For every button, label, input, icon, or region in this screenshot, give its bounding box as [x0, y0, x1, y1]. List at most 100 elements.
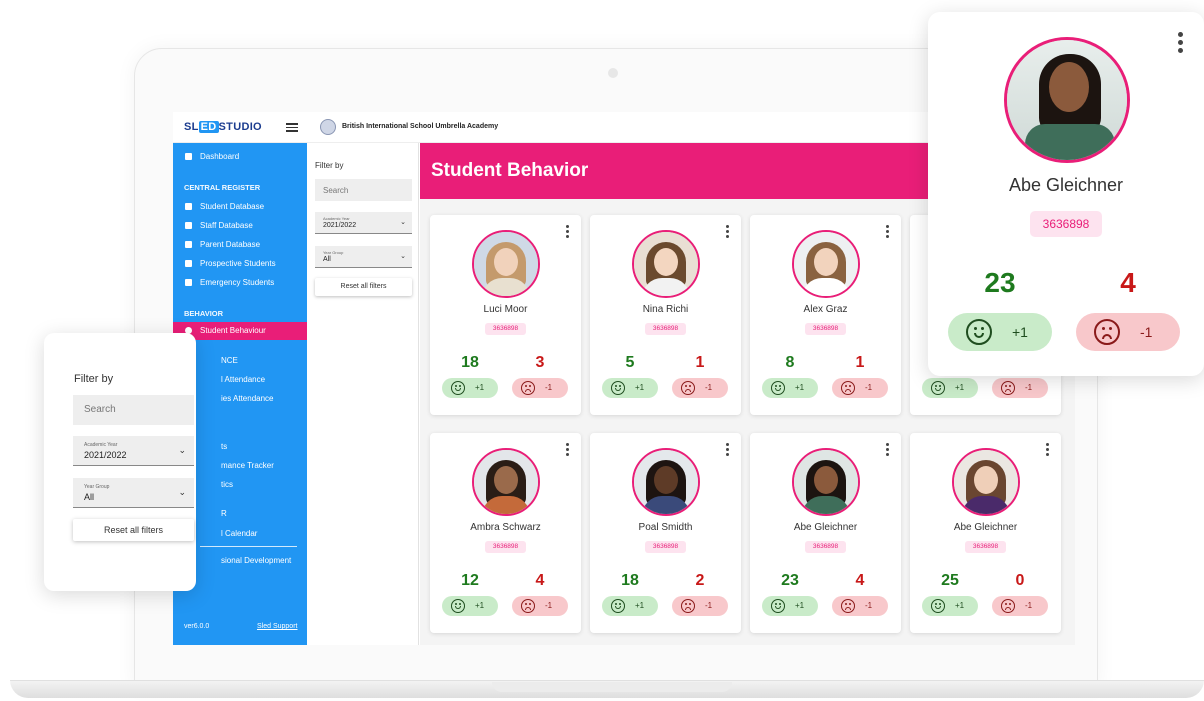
avatar — [472, 230, 540, 298]
add-negative-label: -1 — [865, 601, 873, 610]
year-group-select[interactable]: Year Group All ⌄ — [73, 478, 194, 508]
add-negative-button[interactable]: -1 — [992, 596, 1048, 616]
sidebar-item-dashboard[interactable]: Dashboard — [173, 148, 307, 166]
more-options-icon[interactable] — [566, 225, 569, 240]
student-id-badge: 3636898 — [645, 323, 686, 335]
menu-icon[interactable] — [286, 121, 298, 133]
add-negative-button[interactable]: -1 — [832, 596, 888, 616]
academic-year-select[interactable]: Academic Year 2021/2022 ⌄ — [73, 436, 194, 466]
school-crest-icon — [320, 119, 336, 135]
add-positive-label: +1 — [955, 601, 965, 610]
add-negative-button[interactable]: -1 — [1076, 313, 1180, 351]
frown-icon — [681, 381, 695, 395]
add-negative-label: -1 — [1025, 383, 1033, 392]
id-card-icon — [185, 241, 192, 248]
chevron-down-icon: ⌄ — [178, 445, 186, 455]
add-negative-button[interactable]: -1 — [512, 378, 568, 398]
add-positive-button[interactable]: +1 — [948, 313, 1052, 351]
sidebar-item-emergency-students[interactable]: Emergency Students — [173, 274, 307, 292]
floating-filter-panel: Filter by Search Academic Year 2021/2022… — [44, 333, 196, 591]
add-positive-button[interactable]: +1 — [762, 596, 818, 616]
negative-count: 3 — [535, 354, 545, 371]
year-group-label: Year Group — [84, 484, 110, 490]
add-negative-button[interactable]: -1 — [512, 596, 568, 616]
more-options-icon[interactable] — [886, 443, 889, 458]
year-group-value: All — [84, 492, 95, 502]
year-group-select[interactable]: Year Group All ⌄ — [315, 246, 412, 268]
add-negative-label: -1 — [705, 601, 713, 610]
add-positive-button[interactable]: +1 — [602, 596, 658, 616]
add-positive-button[interactable]: +1 — [442, 596, 498, 616]
add-positive-button[interactable]: +1 — [922, 596, 978, 616]
add-negative-label: -1 — [1140, 324, 1153, 340]
smile-icon — [931, 381, 945, 395]
student-name: Abe Gleichner — [793, 522, 858, 533]
student-card[interactable]: Poal Smidth 3636898 18 2 +1 -1 — [590, 433, 741, 633]
avatar — [792, 230, 860, 298]
negative-count: 4 — [855, 572, 865, 589]
app-logo[interactable]: SL ED STUDIO — [184, 121, 262, 133]
add-positive-button[interactable]: +1 — [442, 378, 498, 398]
smile-icon — [931, 599, 945, 613]
student-card[interactable]: Ambra Schwarz 3636898 12 4 +1 -1 — [430, 433, 581, 633]
negative-count: 4 — [1120, 267, 1136, 298]
add-positive-label: +1 — [955, 383, 965, 392]
avatar — [472, 448, 540, 516]
chevron-down-icon: ⌄ — [178, 487, 186, 497]
frown-icon — [1094, 319, 1120, 345]
graduation-cap-icon — [185, 203, 192, 210]
building-icon — [185, 222, 192, 229]
sidebar-item-staff-database[interactable]: Staff Database — [173, 217, 307, 235]
student-card[interactable]: Alex Graz 3636898 8 1 +1 -1 — [750, 215, 901, 415]
add-negative-button[interactable]: -1 — [992, 378, 1048, 398]
add-negative-label: -1 — [545, 383, 553, 392]
student-name: Abe Gleichner — [953, 522, 1018, 533]
laptop-notch — [492, 682, 732, 692]
list-icon — [185, 260, 192, 267]
more-options-icon[interactable] — [566, 443, 569, 458]
frown-icon — [1001, 381, 1015, 395]
student-id-badge: 3636898 — [485, 541, 526, 553]
add-negative-button[interactable]: -1 — [832, 378, 888, 398]
search-input[interactable]: Search — [315, 179, 412, 201]
student-card[interactable]: Luci Moor 3636898 18 3 +1 -1 — [430, 215, 581, 415]
student-id-badge: 3636898 — [485, 323, 526, 335]
reset-filters-button[interactable]: Reset all filters — [315, 278, 412, 296]
more-options-icon[interactable] — [1178, 32, 1183, 56]
support-link[interactable]: Sled Support — [257, 623, 297, 630]
more-options-icon[interactable] — [886, 225, 889, 240]
academic-year-label: Academic Year — [323, 216, 350, 221]
reset-filters-button[interactable]: Reset all filters — [73, 519, 194, 541]
add-negative-button[interactable]: -1 — [672, 378, 728, 398]
student-card[interactable]: Nina Richi 3636898 5 1 +1 -1 — [590, 215, 741, 415]
avatar — [1004, 37, 1130, 163]
sidebar-item-student-database[interactable]: Student Database — [173, 198, 307, 216]
add-positive-button[interactable]: +1 — [922, 378, 978, 398]
academic-year-value: 2021/2022 — [84, 450, 127, 460]
student-card[interactable]: Abe Gleichner 3636898 23 4 +1 -1 — [750, 433, 901, 633]
sidebar-item-prospective-students[interactable]: Prospective Students — [173, 255, 307, 273]
add-positive-button[interactable]: +1 — [602, 378, 658, 398]
search-input[interactable]: Search — [73, 395, 194, 425]
sidebar-item-parent-database[interactable]: Parent Database — [173, 236, 307, 254]
avatar — [632, 448, 700, 516]
student-name: Ambra Schwarz — [470, 522, 541, 533]
floating-student-profile: Abe Gleichner 3636898 23 4 +1 -1 — [928, 12, 1204, 376]
filter-title: Filter by — [74, 373, 114, 385]
add-negative-button[interactable]: -1 — [672, 596, 728, 616]
more-options-icon[interactable] — [726, 225, 729, 240]
version-label: ver6.0.0 — [184, 623, 210, 630]
academic-year-select[interactable]: Academic Year 2021/2022 ⌄ — [315, 212, 412, 234]
avatar — [952, 448, 1020, 516]
more-options-icon[interactable] — [1046, 443, 1049, 458]
add-positive-label: +1 — [795, 601, 805, 610]
add-positive-button[interactable]: +1 — [762, 378, 818, 398]
positive-count: 8 — [785, 354, 795, 371]
smile-icon — [611, 381, 625, 395]
student-card[interactable]: Abe Gleichner 3636898 25 0 +1 -1 — [910, 433, 1061, 633]
more-options-icon[interactable] — [726, 443, 729, 458]
student-id-badge: 3636898 — [805, 323, 846, 335]
add-negative-label: -1 — [705, 383, 713, 392]
add-positive-label: +1 — [1012, 324, 1028, 340]
plus-box-icon — [185, 279, 192, 286]
